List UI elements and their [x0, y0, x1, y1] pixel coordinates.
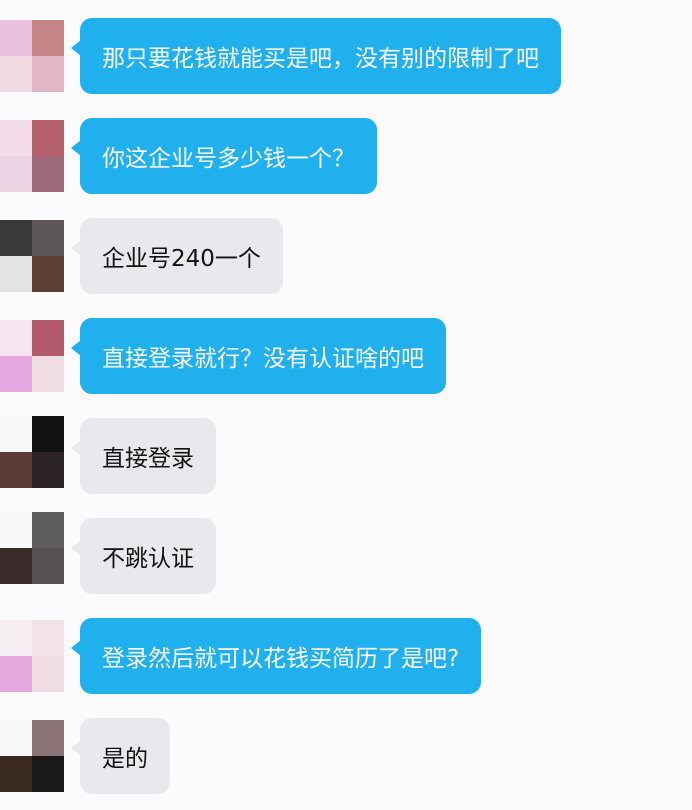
avatar[interactable]	[0, 416, 64, 488]
avatar[interactable]	[0, 512, 64, 584]
avatar[interactable]	[0, 220, 64, 292]
message-bubble-sent[interactable]: 那只要花钱就能买是吧，没有别的限制了吧	[71, 18, 561, 94]
avatar[interactable]	[0, 620, 64, 692]
message-bubble-received[interactable]: 不跳认证	[71, 518, 216, 594]
message-bubble-received[interactable]: 直接登录	[71, 418, 216, 494]
message-bubble-received[interactable]: 是的	[71, 718, 170, 794]
chat-conversation: 那只要花钱就能买是吧，没有别的限制了吧 你这企业号多少钱一个？ 企业号240一个…	[0, 0, 692, 810]
avatar[interactable]	[0, 120, 64, 192]
message-bubble-sent[interactable]: 你这企业号多少钱一个？	[71, 118, 377, 194]
message-bubble-received[interactable]: 企业号240一个	[71, 218, 283, 294]
avatar[interactable]	[0, 720, 64, 792]
message-bubble-sent[interactable]: 直接登录就行？没有认证啥的吧	[71, 318, 446, 394]
avatar[interactable]	[0, 320, 64, 392]
message-bubble-sent[interactable]: 登录然后就可以花钱买简历了是吧?	[70, 618, 482, 694]
avatar[interactable]	[0, 20, 64, 92]
